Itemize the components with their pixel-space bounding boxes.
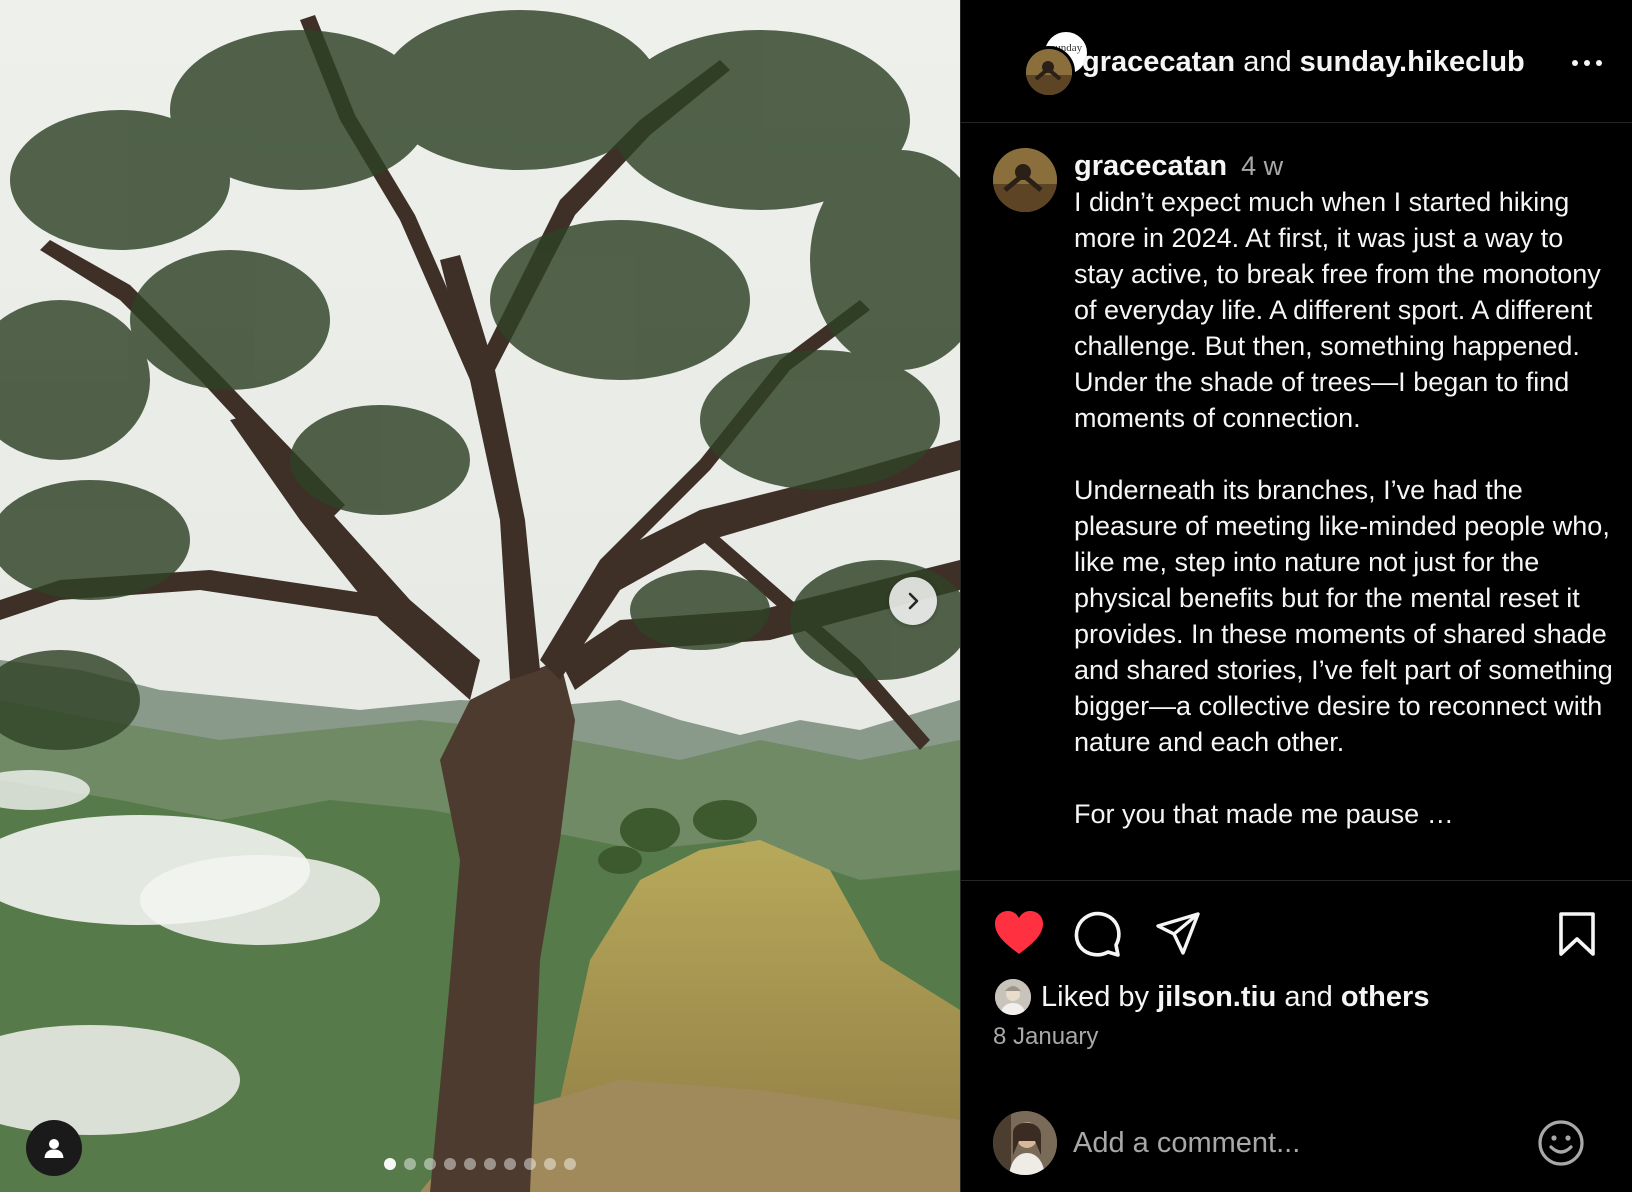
carousel-dot	[464, 1158, 476, 1170]
carousel-dot	[384, 1158, 396, 1170]
carousel-dot	[484, 1158, 496, 1170]
caption-avatar-image	[993, 148, 1057, 212]
author-avatar	[1023, 46, 1075, 98]
like-button[interactable]	[993, 909, 1045, 957]
photo-pine-tree-landscape	[0, 0, 960, 1192]
collaborator-username-link[interactable]: sunday.hikeclub	[1300, 46, 1525, 78]
save-button[interactable]	[1557, 911, 1597, 957]
author-avatar-image	[1026, 49, 1072, 95]
current-user-avatar	[993, 1111, 1057, 1175]
likes-others-link[interactable]: others	[1341, 981, 1430, 1013]
more-options-button[interactable]	[1561, 46, 1613, 80]
liker-avatar	[993, 977, 1033, 1017]
carousel-dot	[504, 1158, 516, 1170]
comment-button[interactable]	[1073, 909, 1123, 959]
tagged-users-button[interactable]	[26, 1120, 82, 1176]
more-horizontal-icon-dot	[1584, 60, 1590, 66]
carousel-indicator	[384, 1158, 576, 1170]
add-comment-row	[961, 1101, 1632, 1192]
carousel-dot	[544, 1158, 556, 1170]
caption-author-avatar[interactable]	[993, 148, 1057, 212]
collab-avatars[interactable]: sunday hike club	[993, 30, 1089, 100]
post-photo[interactable]	[0, 0, 960, 1192]
carousel-dot	[564, 1158, 576, 1170]
post-header-title: gracecatan and sunday.hikeclub	[1082, 44, 1525, 80]
liker-username-link[interactable]: jilson.tiu	[1157, 981, 1276, 1013]
likes-text: Liked by jilson.tiu and others	[1041, 979, 1429, 1015]
smiley-icon	[1538, 1120, 1584, 1166]
liker-avatar-image	[995, 979, 1031, 1015]
likes-prefix: Liked by	[1041, 981, 1150, 1013]
likes-summary[interactable]: Liked by jilson.tiu and others	[993, 976, 1429, 1018]
carousel-dot	[424, 1158, 436, 1170]
header-joiner: and	[1243, 46, 1292, 78]
user-icon	[44, 1139, 64, 1158]
comment-input[interactable]	[1073, 1119, 1503, 1167]
share-icon	[1156, 912, 1200, 955]
likes-joiner: and	[1284, 981, 1333, 1013]
carousel-dot	[524, 1158, 536, 1170]
next-slide-button[interactable]	[889, 577, 937, 625]
chevron-right-icon	[908, 592, 919, 610]
caption-header: gracecatan 4 w	[1074, 148, 1283, 184]
carousel-dot	[444, 1158, 456, 1170]
caption-section[interactable]: gracecatan 4 w I didn’t expect much when …	[961, 124, 1632, 880]
post-header: sunday hike club gracecatan and sunday.h…	[961, 0, 1632, 123]
caption-username-link[interactable]: gracecatan	[1074, 150, 1227, 182]
carousel-dot	[404, 1158, 416, 1170]
bookmark-icon	[1559, 912, 1595, 956]
post-actions-section: Liked by jilson.tiu and others 8 January	[961, 880, 1632, 1192]
post-details-panel: sunday hike club gracecatan and sunday.h…	[960, 0, 1632, 1192]
more-horizontal-icon-dot	[1596, 60, 1602, 66]
heart-icon	[995, 911, 1043, 954]
post-date[interactable]: 8 January	[993, 1021, 1098, 1053]
author-username-link[interactable]: gracecatan	[1082, 46, 1235, 78]
emoji-picker-button[interactable]	[1537, 1119, 1585, 1167]
caption-text: I didn’t expect much when I started hiki…	[1074, 187, 1613, 829]
more-horizontal-icon	[1572, 60, 1578, 66]
caption-timestamp[interactable]: 4 w	[1241, 151, 1283, 181]
share-button[interactable]	[1155, 911, 1201, 957]
current-user-avatar-image	[993, 1111, 1057, 1175]
comment-icon	[1074, 911, 1121, 957]
